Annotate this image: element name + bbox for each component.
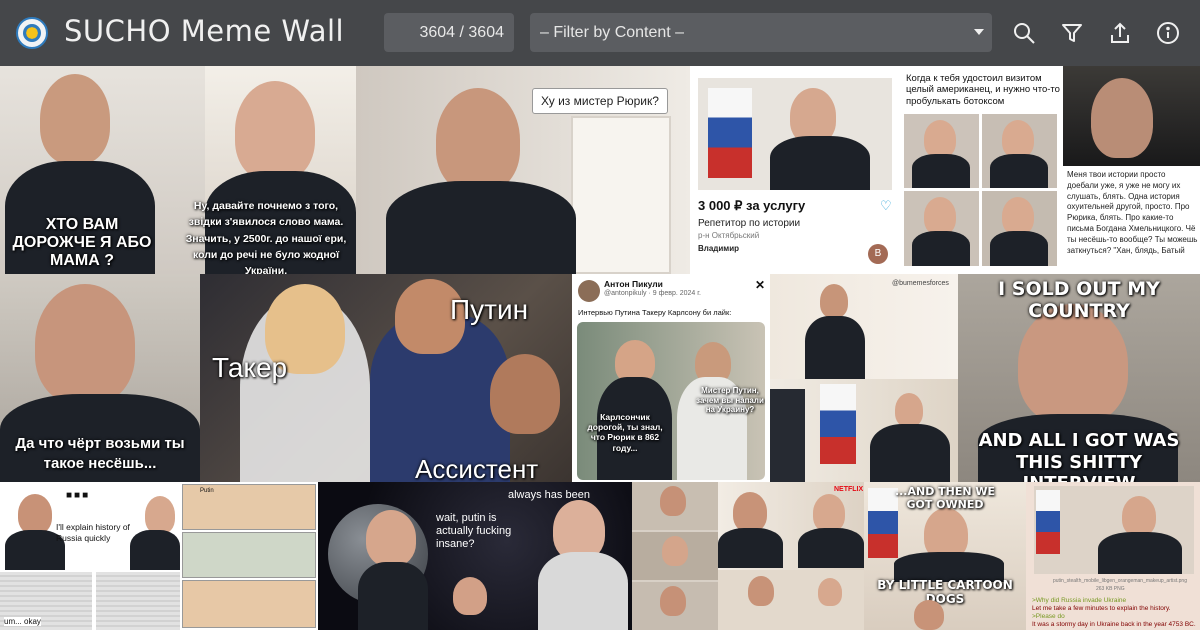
filter-selected-value: – Filter by Content –: [540, 23, 685, 41]
file-name: putin_stealth_mobile_libgen_orangeman_ma…: [1053, 578, 1187, 584]
meme-caption-bottom: BY LITTLE CARTOON DOGS: [877, 578, 1013, 606]
meme-tile[interactable]: Ху из мистер Рюрик?: [356, 66, 690, 274]
tweet-text: Интервью Путина Такеру Карлсону би лайк:: [578, 308, 732, 317]
meme-label: Путин: [450, 294, 529, 325]
meme-caption: always has been: [508, 489, 590, 501]
speech-bubble: Ху из мистер Рюрик?: [532, 88, 668, 114]
app-title: SUCHO Meme Wall: [64, 14, 345, 48]
meme-caption: wait, putin is actually fucking insane?: [436, 512, 512, 551]
meme-caption: Меня твои истории просто доебали уже, я …: [1067, 170, 1198, 255]
meme-tile[interactable]: always has been wait, putin is actually …: [318, 482, 632, 630]
meme-caption-top: ...AND THEN WE GOT OWNED: [894, 485, 996, 511]
avatar: В: [868, 244, 888, 264]
meme-tile[interactable]: ...AND THEN WE GOT OWNED BY LITTLE CARTO…: [864, 482, 1026, 630]
meme-caption: Ну, давайте почнемо з того, звідки з'яви…: [185, 200, 347, 274]
heart-icon[interactable]: ♡: [880, 198, 892, 214]
top-bar: SUCHO Meme Wall 3604 / 3604 – Filter by …: [0, 0, 1200, 66]
post-line: Let me take a few minutes to explain the…: [1032, 605, 1171, 612]
greentext-line: >Please do: [1032, 613, 1065, 620]
upload-icon[interactable]: [1108, 21, 1132, 45]
listing-district: р-н Октябрьский: [698, 231, 760, 240]
chevron-down-icon: [974, 29, 984, 35]
meme-dots: ■■■: [66, 490, 91, 501]
meme-tile[interactable]: I SOLD OUT MY COUNTRY AND ALL I GOT WAS …: [958, 274, 1200, 482]
meme-tile[interactable]: Путин Такер Ассистент: [200, 274, 572, 482]
content-filter-select[interactable]: – Filter by Content –: [530, 13, 992, 52]
tweet-author: Антон Пикули: [604, 279, 663, 289]
search-icon[interactable]: [1012, 21, 1036, 45]
meme-caption: Когда к тебя удостоил визитом целый амер…: [906, 73, 1060, 107]
meme-caption: Мистер Путин, зачем вы напали на Украину…: [696, 386, 764, 415]
watermark: @bumemesforces: [892, 280, 949, 287]
meme-label: Ассистент: [415, 454, 539, 482]
meme-label: Putin: [200, 488, 214, 494]
meme-caption-bottom: AND ALL I GOT WAS THIS SHITTY INTERVIEW: [978, 430, 1180, 482]
meme-caption: ХТО ВАМ ДОРОЖЧЕ Я АБО МАМА ?: [12, 216, 152, 269]
meme-tile[interactable]: [632, 482, 718, 630]
post-line: It was a stormy day in Ukraine back in t…: [1032, 621, 1196, 628]
sucho-logo[interactable]: [16, 17, 48, 49]
item-counter: 3604 / 3604: [384, 13, 514, 52]
meme-tile[interactable]: putin_stealth_mobile_libgen_orangeman_ma…: [1026, 482, 1200, 630]
meme-caption-top: I SOLD OUT MY COUNTRY: [998, 278, 1160, 322]
meme-caption: Да что чёрт возьми ты такое несёшь...: [15, 435, 185, 472]
meme-tile[interactable]: ХТО ВАМ ДОРОЖЧЕ Я АБО МАМА ? Ну, давайте…: [0, 66, 356, 274]
filter-icon[interactable]: [1060, 21, 1084, 45]
netflix-logo: NETFLIX: [834, 486, 864, 493]
meme-tile[interactable]: ■■■ I'll explain history of Russia quick…: [0, 482, 180, 630]
meme-caption: um... okay: [4, 617, 41, 626]
meme-tile[interactable]: Антон Пикули @antonpikuly · 9 февр. 2024…: [572, 274, 770, 482]
meme-tile[interactable]: Когда к тебя удостоил визитом целый амер…: [898, 66, 1063, 274]
meme-caption: I'll explain history of Russia quickly: [56, 522, 130, 543]
meme-tile[interactable]: NETFLIX: [718, 482, 864, 630]
file-size: 263 KB PNG: [1096, 586, 1125, 592]
greentext-line: >Why did Russia invade Ukraine: [1032, 597, 1127, 604]
tweet-handle: @antonpikuly · 9 февр. 2024 г.: [604, 290, 701, 297]
listing-service: Репетитор по истории: [698, 218, 801, 229]
meme-tile[interactable]: 3 000 ₽ за услугу ♡ Репетитор по истории…: [690, 66, 898, 274]
avatar: [578, 280, 600, 302]
meme-tile[interactable]: [770, 379, 958, 482]
meme-label: Такер: [212, 352, 288, 383]
info-icon[interactable]: [1156, 21, 1180, 45]
meme-tile[interactable]: Меня твои истории просто доебали уже, я …: [1063, 66, 1200, 274]
meme-wall: ХТО ВАМ ДОРОЖЧЕ Я АБО МАМА ? Ну, давайте…: [0, 66, 1200, 630]
x-logo-icon: ✕: [755, 278, 766, 292]
meme-tile[interactable]: @bumemesforces: [770, 274, 958, 379]
meme-caption: Карлсончик дорогой, ты знал, что Рюрик в…: [587, 412, 663, 453]
listing-price: 3 000 ₽ за услугу: [698, 198, 806, 213]
meme-tile[interactable]: Putin: [180, 482, 318, 630]
meme-tile[interactable]: Да что чёрт возьми ты такое несёшь...: [0, 274, 200, 482]
listing-name: Владимир: [698, 244, 740, 253]
